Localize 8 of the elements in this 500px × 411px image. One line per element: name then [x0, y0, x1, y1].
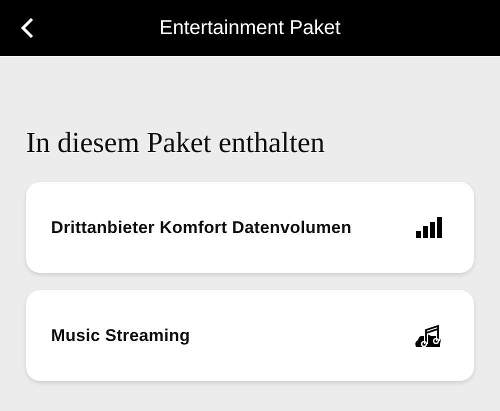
music-cloud-icon — [414, 324, 442, 348]
item-label: Music Streaming — [51, 326, 190, 346]
screen-title: Entertainment Paket — [159, 16, 341, 40]
signal-bars-icon — [416, 217, 442, 238]
package-item-card[interactable]: Music Streaming — [26, 290, 474, 381]
section-heading: In diesem Paket enthalten — [26, 126, 326, 160]
package-item-card[interactable]: Drittanbieter Komfort Datenvolumen — [26, 182, 474, 273]
item-label: Drittanbieter Komfort Datenvolumen — [51, 218, 352, 238]
